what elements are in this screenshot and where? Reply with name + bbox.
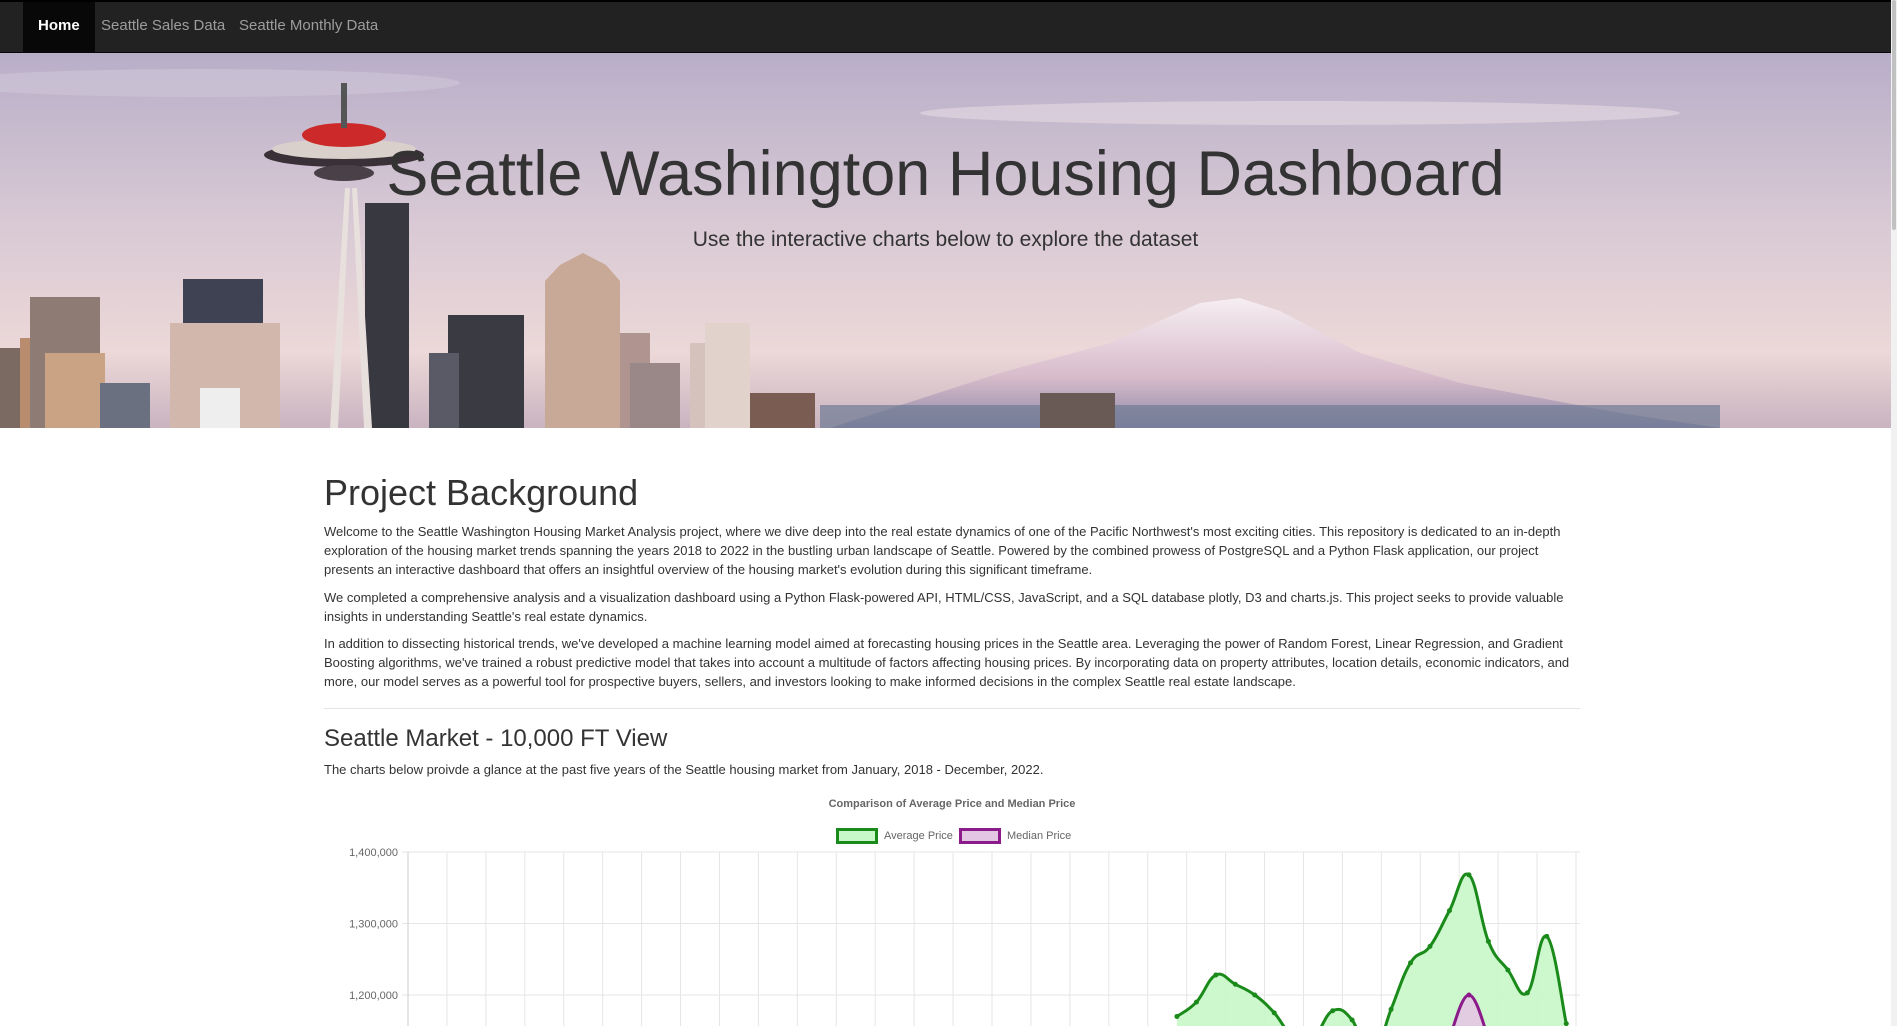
background-paragraph-1: Welcome to the Seattle Washington Housin… xyxy=(324,524,1561,577)
average-price-point xyxy=(1446,908,1452,914)
market-heading: Seattle Market - 10,000 FT View xyxy=(324,725,668,752)
average-price-point xyxy=(1485,938,1491,944)
background-paragraph-3: In addition to dissecting historical tre… xyxy=(324,636,1570,689)
nav-seattle-sales-data[interactable]: Seattle Sales Data xyxy=(86,2,240,53)
section-divider xyxy=(324,708,1580,709)
average-price-point xyxy=(1213,972,1219,978)
average-price-point xyxy=(1427,943,1433,949)
nav-seattle-monthly-data[interactable]: Seattle Monthly Data xyxy=(224,2,393,53)
price-comparison-chart: Comparison of Average Price and Median P… xyxy=(324,788,1580,1026)
average-price-point xyxy=(1271,1010,1277,1016)
average-price-point xyxy=(1408,960,1414,966)
top-navbar: Home Seattle Sales Data Seattle Monthly … xyxy=(0,0,1891,53)
chart-canvas: 1,400,000 1,300,000 1,200,000 xyxy=(349,847,1580,1026)
average-price-area xyxy=(1176,874,1567,1026)
hero-subtitle: Use the interactive charts below to expl… xyxy=(692,228,1199,251)
average-price-point xyxy=(1174,1013,1180,1019)
average-price-point xyxy=(1330,1008,1336,1014)
average-price-point xyxy=(1524,990,1530,996)
average-price-point xyxy=(1544,933,1550,939)
nav-home[interactable]: Home xyxy=(23,2,95,53)
average-price-point xyxy=(1193,999,1199,1005)
average-price-point xyxy=(1563,1021,1569,1026)
y-tick-label: 1,200,000 xyxy=(349,990,398,1002)
scrollbar-thumb[interactable] xyxy=(1892,0,1896,230)
average-price-point xyxy=(1232,981,1238,987)
average-price-point xyxy=(1505,967,1511,973)
median-price-point xyxy=(1466,992,1472,998)
background-paragraph-2: We completed a comprehensive analysis an… xyxy=(324,590,1564,624)
hero-banner: Seattle Washington Housing Dashboard Use… xyxy=(0,53,1891,428)
average-price-point xyxy=(1388,1006,1394,1012)
market-description: The charts below proivde a glance at the… xyxy=(324,762,1044,777)
project-background-heading: Project Background xyxy=(324,472,639,513)
y-tick-label: 1,300,000 xyxy=(349,919,398,931)
page-scrollbar[interactable] xyxy=(1891,0,1897,1026)
hero-title: Seattle Washington Housing Dashboard xyxy=(386,139,1505,209)
average-price-point xyxy=(1349,1017,1355,1023)
average-price-point xyxy=(1466,872,1472,878)
average-price-point xyxy=(1252,992,1258,998)
y-tick-label: 1,400,000 xyxy=(349,847,398,859)
